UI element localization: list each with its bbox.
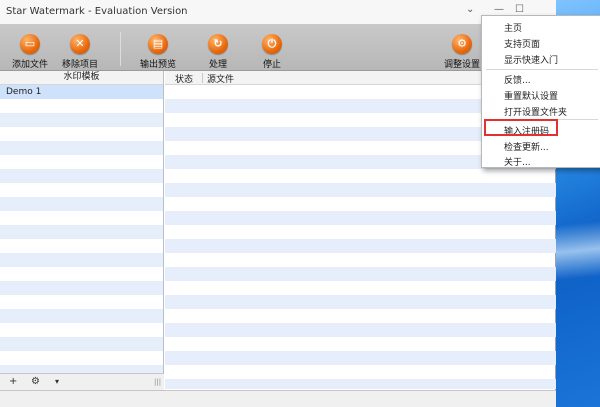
- window-title: Star Watermark - Evaluation Version: [6, 6, 188, 17]
- stop-button[interactable]: ⏻ 停止: [244, 28, 300, 70]
- stop-icon: ⏻: [262, 34, 282, 54]
- resize-grip-icon[interactable]: |||: [154, 378, 161, 386]
- menu-item-quick-start[interactable]: 显示快速入门: [504, 53, 558, 66]
- add-template-button[interactable]: +: [9, 376, 17, 387]
- toolbar-separator: [120, 32, 121, 66]
- template-panel: 水印模板 Demo 1: [0, 71, 164, 389]
- remove-item-button[interactable]: ✕ 移除项目: [52, 28, 108, 70]
- remove-item-label: 移除项目: [61, 60, 98, 70]
- output-preview-button[interactable]: ▤ 输出预览: [130, 28, 186, 70]
- menu-item-reset-defaults[interactable]: 重置默认设置: [504, 89, 558, 102]
- status-column-header[interactable]: 状态: [175, 72, 193, 85]
- template-list: Demo 1: [0, 85, 163, 389]
- process-label: 处理: [208, 60, 227, 70]
- status-bar: [0, 390, 556, 407]
- wallpaper-light-streak: [555, 201, 600, 299]
- maximize-button[interactable]: ☐: [515, 4, 524, 15]
- menu-item-home[interactable]: 主页: [504, 21, 522, 34]
- output-preview-icon: ▤: [148, 34, 168, 54]
- menu-item-support-page[interactable]: 支持页面: [504, 37, 540, 50]
- settings-icon: ⚙: [452, 34, 472, 54]
- template-panel-footer: + ⚙ ▾ |||: [0, 373, 164, 391]
- add-file-label: 添加文件: [11, 60, 48, 70]
- output-preview-label: 输出预览: [139, 60, 176, 70]
- title-bar: Star Watermark - Evaluation Version ⌄ — …: [0, 0, 556, 24]
- remove-item-icon: ✕: [70, 34, 90, 54]
- source-file-column-header[interactable]: 源文件: [207, 72, 234, 85]
- minimize-button[interactable]: —: [494, 4, 504, 15]
- menu-item-open-settings-folder[interactable]: 打开设置文件夹: [504, 105, 567, 118]
- template-column-header[interactable]: 水印模板: [0, 71, 163, 85]
- process-button[interactable]: ↻ 处理: [190, 28, 246, 70]
- menu-item-check-updates[interactable]: 检查更新...: [504, 140, 549, 153]
- add-file-icon: ▭: [20, 34, 40, 54]
- registration-highlight-box: [484, 119, 558, 136]
- menu-item-feedback[interactable]: 反馈...: [504, 73, 531, 86]
- menu-item-about[interactable]: 关于...: [504, 155, 531, 168]
- template-gear-icon[interactable]: ⚙: [31, 376, 40, 387]
- chevron-down-icon[interactable]: ▾: [55, 377, 59, 386]
- template-item-demo-1[interactable]: Demo 1: [0, 85, 163, 99]
- add-file-button[interactable]: ▭ 添加文件: [2, 28, 58, 70]
- toolbar: ▭ 添加文件 ✕ 移除项目 ▤ 输出预览 ↻ 处理 ⏻ 停止 ⚙ 调整设置: [0, 24, 556, 71]
- process-icon: ↻: [208, 34, 228, 54]
- app-window: Star Watermark - Evaluation Version ⌄ — …: [0, 0, 556, 407]
- stop-label: 停止: [262, 60, 281, 70]
- settings-dropdown-menu: 主页 支持页面 显示快速入门 反馈... 重置默认设置 打开设置文件夹 输入注册…: [481, 15, 600, 168]
- menu-separator: [486, 69, 598, 70]
- window-menu-chevron-icon[interactable]: ⌄: [466, 4, 474, 15]
